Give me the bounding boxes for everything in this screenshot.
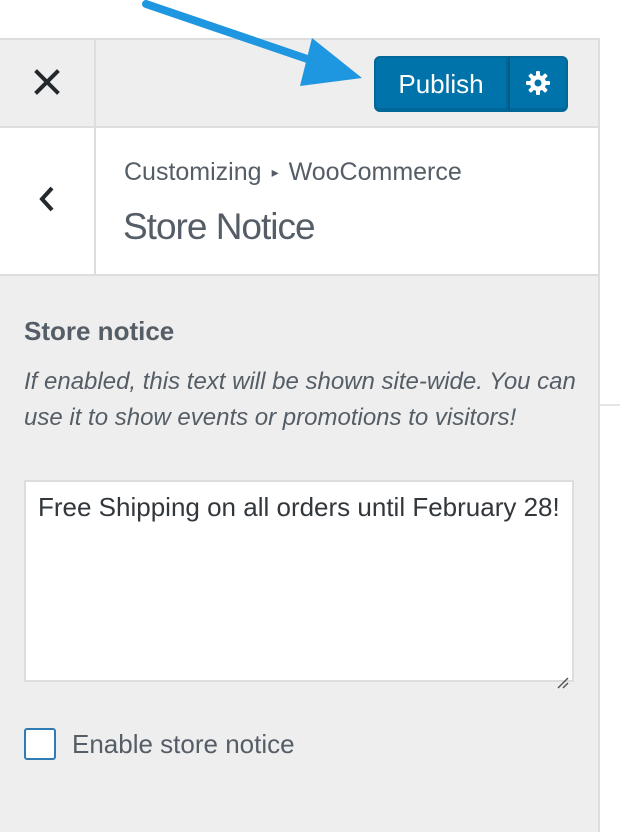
control-description: If enabled, this text will be shown site… [24,368,576,431]
store-notice-textarea[interactable]: Free Shipping on all orders until Februa… [24,480,574,689]
breadcrumb: Customizing ▸ WooCommerce [124,158,462,187]
page-title: Store Notice [123,206,316,247]
top-strip [0,0,620,38]
customizer-panel: Publish Customizing ▸ WooCommerce Store … [0,38,600,832]
customizer-header: Publish [0,38,598,128]
store-notice-text: Free Shipping on all orders until Februa… [38,492,560,522]
publish-button-group: Publish [374,56,568,112]
publish-settings-button[interactable] [508,56,568,112]
enable-store-notice-checkbox[interactable] [24,728,56,760]
close-button[interactable] [0,40,96,128]
enable-store-notice-label[interactable]: Enable store notice [72,729,295,760]
gear-icon [525,70,551,99]
enable-store-notice-row: Enable store notice [24,728,295,760]
close-icon [34,68,60,100]
triangle-right-icon: ▸ [271,164,279,180]
chevron-left-icon [37,184,57,219]
breadcrumb-root: Customizing [124,158,262,186]
back-button[interactable] [0,128,96,274]
preview-divider [600,404,620,406]
resize-handle-icon[interactable] [554,662,570,689]
section-title: Customizing ▸ WooCommerce Store Notice [0,128,598,276]
customizer-screen: Publish Customizing ▸ WooCommerce Store … [0,0,620,832]
publish-button[interactable]: Publish [374,56,508,112]
breadcrumb-current: WooCommerce [288,158,462,186]
control-heading: Store notice [24,316,175,346]
